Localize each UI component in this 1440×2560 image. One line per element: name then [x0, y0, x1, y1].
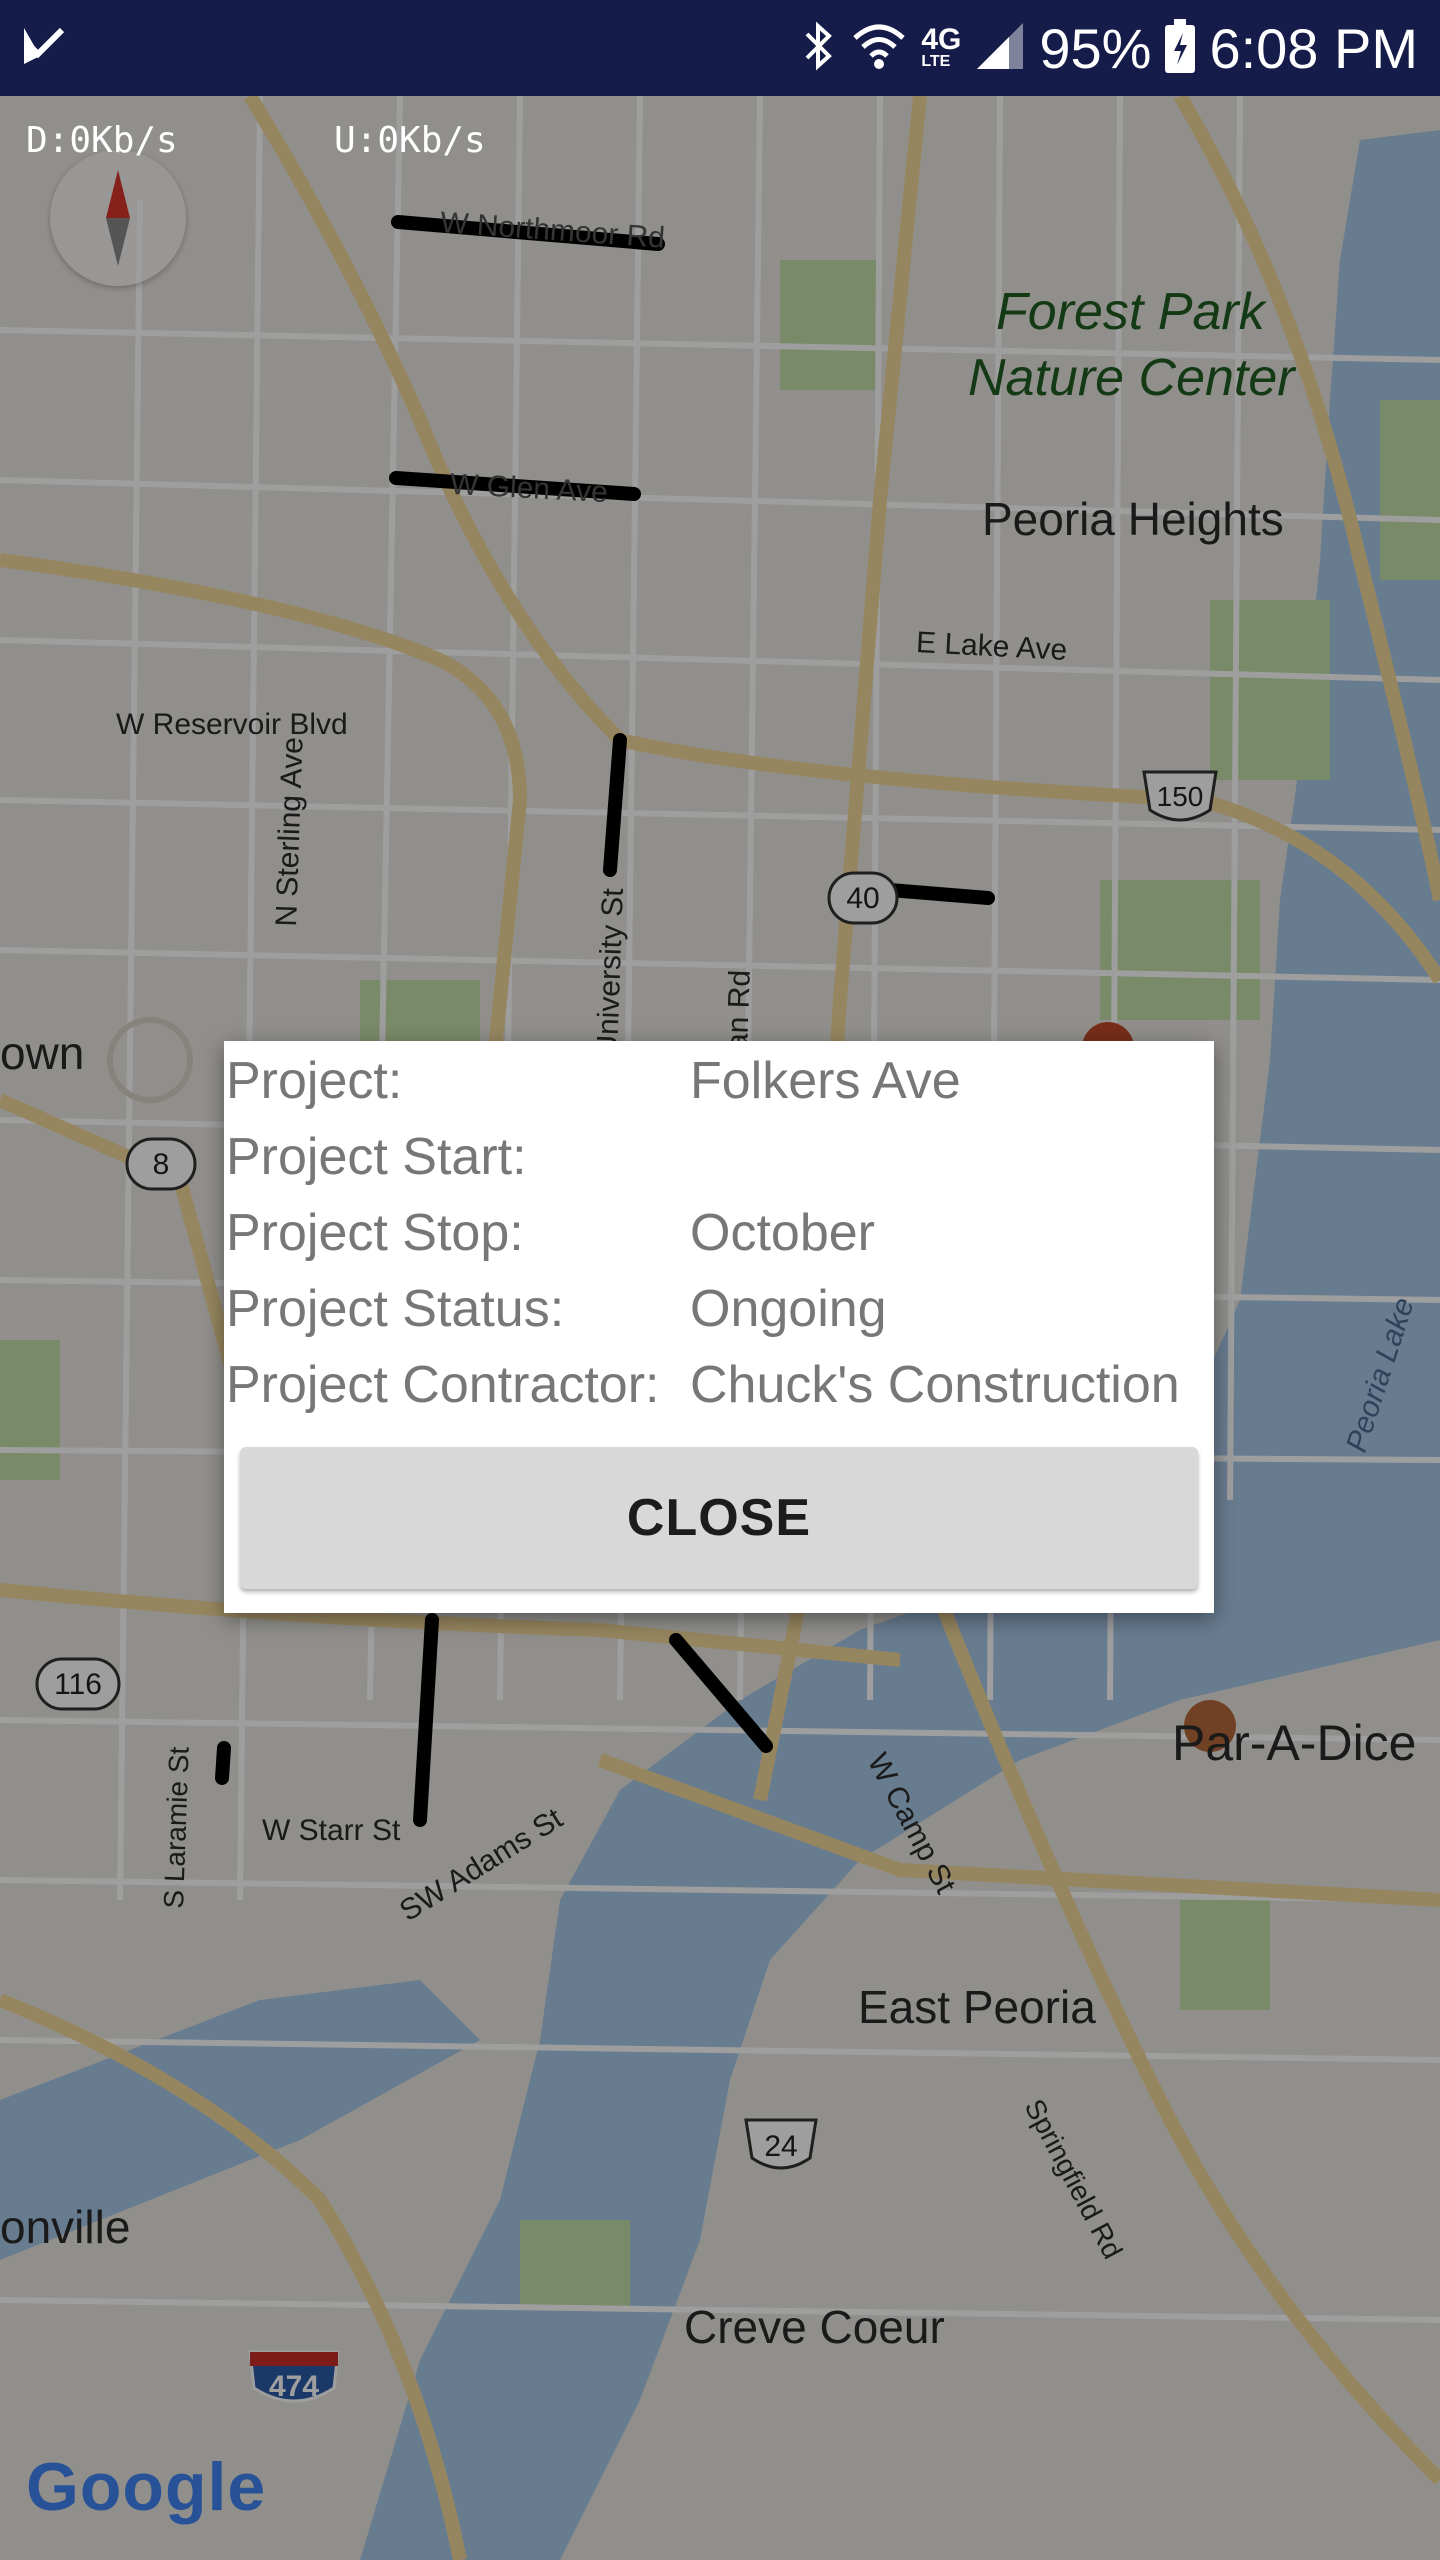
project-status-label: Project Status:: [226, 1280, 565, 1338]
battery-percent: 95%: [1039, 16, 1152, 80]
row-project-contractor: Project Contractor: Chuck's Construction: [224, 1355, 1214, 1431]
row-project-stop: Project Stop: October: [224, 1203, 1214, 1279]
project-label: Project:: [226, 1052, 403, 1110]
project-status-value: Ongoing: [690, 1280, 887, 1338]
project-start-label: Project Start:: [226, 1128, 527, 1186]
clock: 6:08 PM: [1209, 16, 1418, 80]
bluetooth-icon: [801, 20, 837, 77]
upload-speed: U:0Kb/s: [334, 120, 486, 161]
project-info-dialog: Project: Folkers Ave Project Start: Proj…: [224, 1041, 1214, 1613]
project-stop-label: Project Stop:: [226, 1204, 524, 1262]
signal-icon: [975, 21, 1025, 76]
project-contractor-value: Chuck's Construction: [690, 1356, 1180, 1414]
wifi-icon: [851, 20, 907, 77]
row-project: Project: Folkers Ave: [224, 1051, 1214, 1127]
battery-icon: [1165, 18, 1196, 78]
app-check-icon: [22, 26, 66, 71]
project-contractor-label: Project Contractor:: [226, 1356, 660, 1414]
row-project-status: Project Status: Ongoing: [224, 1279, 1214, 1355]
row-project-start: Project Start:: [224, 1127, 1214, 1203]
network-sub: LTE: [921, 53, 951, 70]
download-speed: D:0Kb/s: [26, 120, 178, 161]
status-bar: 4G LTE 95% 6:08 PM: [0, 0, 1440, 96]
network-type: 4G: [921, 23, 962, 56]
project-stop-value: October: [690, 1204, 875, 1262]
project-value: Folkers Ave: [690, 1052, 961, 1110]
close-button[interactable]: CLOSE: [240, 1447, 1198, 1589]
